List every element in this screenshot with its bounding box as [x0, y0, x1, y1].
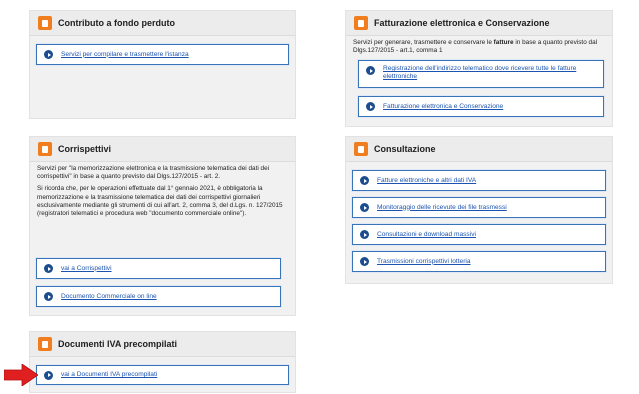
panel-header: Contributo a fondo perduto	[30, 11, 295, 36]
panel-title: Consultazione	[374, 144, 436, 154]
link-label: vai a Corrispettivi	[61, 264, 112, 272]
link-label: Fatturazione elettronica e Conservazione	[383, 102, 504, 110]
link-label: Registrazione dell'indirizzo telematico …	[383, 65, 577, 80]
arrow-circle-icon	[366, 66, 375, 75]
desc-bold: fatture	[493, 39, 514, 46]
panel-title: Corrispettivi	[58, 144, 112, 154]
link-label: Documento Commerciale on line	[61, 292, 157, 300]
panel-consultazione: Consultazione Fatture elettroniche e alt…	[345, 136, 613, 284]
panel-header: Consultazione	[346, 137, 612, 162]
link-servizi-istanza[interactable]: Servizi per compilare e trasmettere l'is…	[36, 44, 289, 65]
link-label: Consultazioni e download massivi	[377, 230, 476, 238]
link-monitoraggio-ricevute[interactable]: Monitoraggio delle ricevute dei file tra…	[352, 197, 606, 218]
arrow-circle-icon	[360, 203, 369, 212]
panel-corrispettivi: Corrispettivi Servizi per "la memorizzaz…	[29, 136, 296, 316]
link-fatturazione-conservazione[interactable]: Fatturazione elettronica e Conservazione	[358, 96, 604, 117]
arrow-circle-icon	[44, 50, 53, 59]
document-icon	[38, 337, 52, 351]
arrow-circle-icon	[360, 230, 369, 239]
desc-paragraph: Si ricorda che, per le operazioni effett…	[37, 185, 283, 218]
panel-title: Contributo a fondo perduto	[58, 18, 175, 28]
desc-paragraph: Servizi per "la memorizzazione elettroni…	[37, 165, 270, 181]
arrow-circle-icon	[44, 292, 53, 301]
panel-header: Fatturazione elettronica e Conservazione	[346, 11, 612, 36]
arrow-circle-icon	[366, 102, 375, 111]
panel-documenti-iva: Documenti IVA precompilati vai a Documen…	[29, 331, 296, 393]
arrow-circle-icon	[360, 257, 369, 266]
panel-title: Fatturazione elettronica e Conservazione	[374, 18, 550, 28]
panel-header: Corrispettivi	[30, 137, 295, 162]
link-label: Fatture elettroniche e altri dati IVA	[377, 176, 477, 184]
link-vai-corrispettivi[interactable]: vai a Corrispettivi	[36, 258, 281, 279]
link-label: Monitoraggio delle ricevute dei file tra…	[377, 203, 507, 211]
link-label: Servizi per compilare e trasmettere l'is…	[61, 50, 189, 58]
panel-title: Documenti IVA precompilati	[58, 339, 178, 349]
panel-description: Servizi per "la memorizzazione elettroni…	[30, 162, 295, 227]
link-label: vai a Documenti IVA precompilati	[61, 371, 158, 378]
red-pointer-arrow-icon	[4, 364, 38, 386]
panel-header: Documenti IVA precompilati	[30, 332, 295, 357]
document-icon	[354, 142, 368, 156]
document-icon	[38, 16, 52, 30]
link-vai-documenti-iva[interactable]: vai a Documenti IVA precompilati	[36, 365, 289, 385]
link-consultazioni-download[interactable]: Consultazioni e download massivi	[352, 224, 606, 245]
panel-fatturazione: Fatturazione elettronica e Conservazione…	[345, 10, 613, 127]
link-fatture-elettroniche[interactable]: Fatture elettroniche e altri dati IVA	[352, 170, 606, 191]
document-icon	[354, 16, 368, 30]
link-registrazione-indirizzo[interactable]: Registrazione dell'indirizzo telematico …	[358, 60, 604, 88]
document-icon	[38, 142, 52, 156]
link-trasmissioni-lotteria[interactable]: Trasmissioni corrispettivi lotteria	[352, 251, 606, 272]
arrow-circle-icon	[44, 264, 53, 273]
desc-text: Servizi per generare, trasmettere e cons…	[353, 39, 494, 46]
panel-contributo: Contributo a fondo perduto Servizi per c…	[29, 10, 296, 119]
link-label: Trasmissioni corrispettivi lotteria	[377, 257, 471, 265]
panel-description: Servizi per generare, trasmettere e cons…	[346, 36, 612, 60]
arrow-circle-icon	[360, 176, 369, 185]
link-documento-commerciale[interactable]: Documento Commerciale on line	[36, 286, 281, 307]
arrow-circle-icon	[44, 370, 53, 380]
